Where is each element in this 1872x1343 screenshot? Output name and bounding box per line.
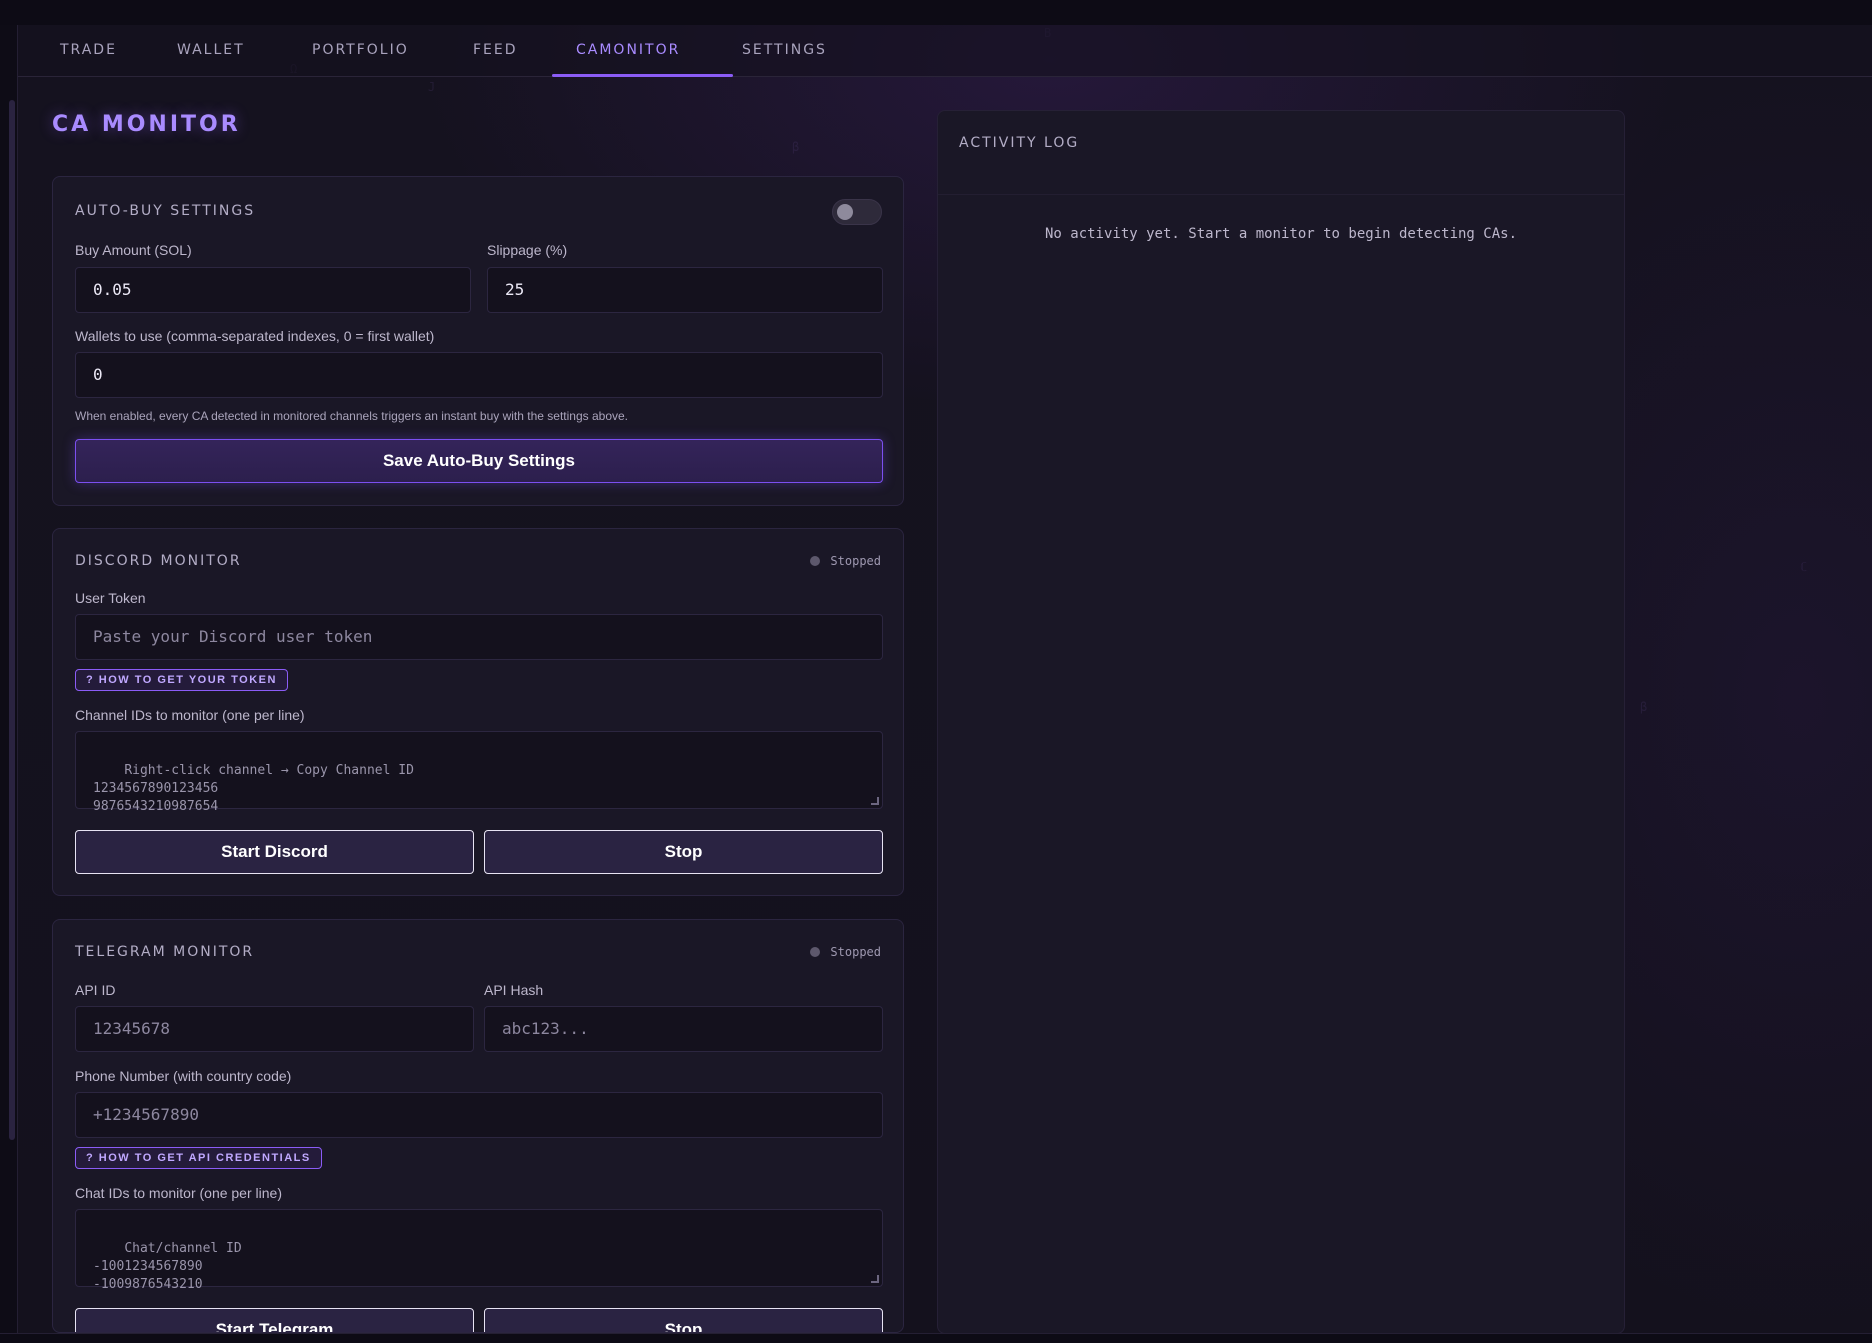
stop-discord-button[interactable]: Stop	[484, 830, 883, 874]
tab-settings[interactable]: SETTINGS	[742, 25, 827, 77]
api-id-label: API ID	[75, 982, 116, 998]
status-dot-icon	[810, 947, 821, 957]
active-tab-indicator	[552, 74, 733, 77]
telegram-help-link[interactable]: ? HOW TO GET API CREDENTIALS	[75, 1147, 322, 1169]
resize-grip-icon[interactable]	[871, 1275, 879, 1283]
scrollbar-thumb[interactable]	[9, 100, 15, 1140]
telegram-card: TELEGRAM MONITOR Stopped API ID 12345678…	[52, 919, 904, 1333]
buy-amount-input[interactable]: 0.05	[75, 267, 471, 313]
tab-trade[interactable]: TRADE	[60, 25, 117, 77]
discord-channels-placeholder: Right-click channel → Copy Channel ID 12…	[93, 763, 414, 814]
background-glyph: ℂ	[1800, 560, 1808, 574]
slippage-label: Slippage (%)	[487, 242, 568, 258]
discord-card: DISCORD MONITOR Stopped User Token Paste…	[52, 528, 904, 896]
discord-channels-textarea[interactable]: Right-click channel → Copy Channel ID 12…	[75, 731, 883, 814]
discord-channels-label: Channel IDs to monitor (one per line)	[75, 707, 305, 723]
api-hash-input[interactable]: abc123...	[484, 1006, 883, 1052]
autobuy-hint: When enabled, every CA detected in monit…	[75, 409, 628, 423]
discord-token-label: User Token	[75, 590, 146, 606]
discord-help-link[interactable]: ? HOW TO GET YOUR TOKEN	[75, 669, 288, 691]
window-top-bar	[0, 0, 1872, 25]
discord-status: Stopped	[810, 554, 881, 568]
tab-wallet[interactable]: WALLET	[177, 25, 245, 77]
tab-portfolio[interactable]: PORTFOLIO	[312, 25, 409, 77]
discord-token-input[interactable]: Paste your Discord user token	[75, 614, 883, 660]
main-nav: TRADE WALLET PORTFOLIO FEED CAMONITOR SE…	[18, 25, 1872, 77]
autobuy-toggle[interactable]	[832, 199, 882, 225]
phone-input[interactable]: +1234567890	[75, 1092, 883, 1138]
api-hash-label: API Hash	[484, 982, 544, 998]
start-telegram-button[interactable]: Start Telegram	[75, 1308, 474, 1332]
wallets-label: Wallets to use (comma-separated indexes,…	[75, 328, 435, 344]
telegram-title: TELEGRAM MONITOR	[75, 944, 255, 960]
stop-telegram-button[interactable]: Stop	[484, 1308, 883, 1332]
chats-textarea[interactable]: Chat/channel ID -1001234567890 -10098765…	[75, 1209, 883, 1292]
chats-placeholder: Chat/channel ID -1001234567890 -10098765…	[93, 1241, 242, 1292]
telegram-status-text: Stopped	[830, 945, 881, 959]
buy-amount-label: Buy Amount (SOL)	[75, 242, 192, 258]
activity-log-panel: ACTIVITY LOG No activity yet. Start a mo…	[937, 110, 1625, 1334]
background-glyph: β	[1640, 700, 1648, 714]
discord-title: DISCORD MONITOR	[75, 553, 242, 569]
discord-status-text: Stopped	[830, 554, 881, 568]
start-discord-button[interactable]: Start Discord	[75, 830, 474, 874]
tab-camonitor[interactable]: CAMONITOR	[576, 25, 680, 77]
background-glyph: J	[428, 80, 436, 94]
autobuy-title: AUTO-BUY SETTINGS	[75, 203, 256, 219]
activity-log-empty: No activity yet. Start a monitor to begi…	[1044, 226, 1517, 242]
status-dot-icon	[810, 556, 821, 566]
slippage-input[interactable]: 25	[487, 267, 883, 313]
resize-grip-icon[interactable]	[871, 797, 879, 805]
toggle-knob	[837, 204, 853, 220]
left-scroll-rail	[0, 25, 18, 1333]
phone-label: Phone Number (with country code)	[75, 1068, 292, 1084]
api-id-input[interactable]: 12345678	[75, 1006, 474, 1052]
tab-feed[interactable]: FEED	[473, 25, 518, 77]
activity-log-title: ACTIVITY LOG	[959, 135, 1080, 151]
wallets-input[interactable]: 0	[75, 352, 883, 398]
background-glyph: β	[792, 140, 800, 154]
telegram-status: Stopped	[810, 945, 881, 959]
activity-log-header: ACTIVITY LOG	[938, 111, 1624, 195]
save-autobuy-button[interactable]: Save Auto-Buy Settings	[75, 439, 883, 483]
page-title: CA MONITOR	[52, 112, 241, 137]
autobuy-card: AUTO-BUY SETTINGS Buy Amount (SOL) 0.05 …	[52, 176, 904, 506]
window-bottom-bar	[0, 1333, 1872, 1343]
chats-label: Chat IDs to monitor (one per line)	[75, 1185, 282, 1201]
